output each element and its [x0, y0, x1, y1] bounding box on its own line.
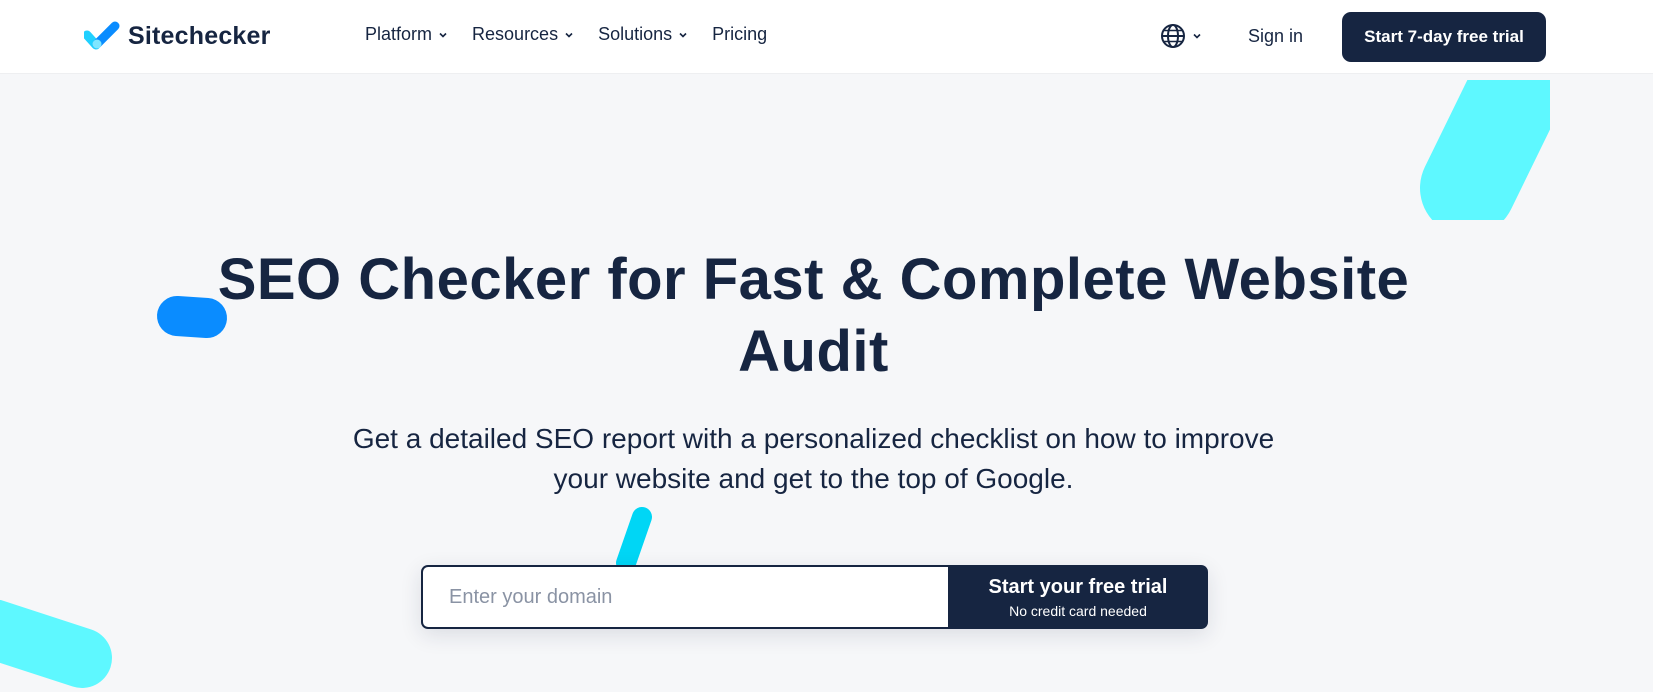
- decorative-cyan-blob: [1420, 80, 1550, 220]
- subtitle-line-2: your website and get to the top of Googl…: [553, 463, 1074, 494]
- chevron-down-icon: [679, 32, 687, 38]
- nav-item-label: Solutions: [598, 24, 673, 44]
- nav-item-resources[interactable]: Resources: [472, 24, 574, 45]
- page-title: SEO Checker for Fast & Complete Website …: [0, 244, 1627, 388]
- brand-name: Sitechecker: [128, 21, 271, 50]
- chevron-down-icon: [439, 32, 447, 38]
- globe-icon: [1161, 24, 1185, 48]
- site-logo[interactable]: Sitechecker: [84, 21, 271, 51]
- decorative-cyan-bar: [0, 600, 112, 688]
- nav-item-label: Platform: [365, 24, 433, 44]
- chevron-down-icon: [1193, 33, 1201, 39]
- start-trial-button[interactable]: Start 7-day free trial: [1342, 12, 1546, 62]
- logo-checkmark-icon: [84, 21, 120, 50]
- chevron-down-icon: [565, 32, 573, 38]
- title-line-2: Audit: [738, 319, 889, 384]
- main-nav: Platform Resources Solutions Pricing: [365, 24, 767, 45]
- domain-check-form: Start your free trial No credit card nee…: [421, 565, 1208, 629]
- language-selector[interactable]: [1160, 23, 1202, 49]
- nav-item-solutions[interactable]: Solutions: [598, 24, 688, 45]
- nav-item-label: Resources: [472, 24, 559, 44]
- start-free-trial-button[interactable]: Start your free trial No credit card nee…: [948, 565, 1208, 629]
- nav-item-pricing[interactable]: Pricing: [712, 24, 767, 45]
- cta-sub-label: No credit card needed: [1009, 602, 1147, 619]
- sign-in-link[interactable]: Sign in: [1248, 26, 1303, 47]
- nav-item-platform[interactable]: Platform: [365, 24, 448, 45]
- top-navigation-bar: Sitechecker Platform Resources Solutions…: [0, 0, 1653, 73]
- hero-subtitle: Get a detailed SEO report with a persona…: [0, 419, 1627, 499]
- nav-item-label: Pricing: [712, 24, 768, 44]
- domain-input[interactable]: [421, 565, 948, 629]
- cta-main-label: Start your free trial: [988, 575, 1168, 598]
- title-line-1: SEO Checker for Fast & Complete Website: [217, 247, 1410, 312]
- subtitle-line-1: Get a detailed SEO report with a persona…: [352, 423, 1275, 454]
